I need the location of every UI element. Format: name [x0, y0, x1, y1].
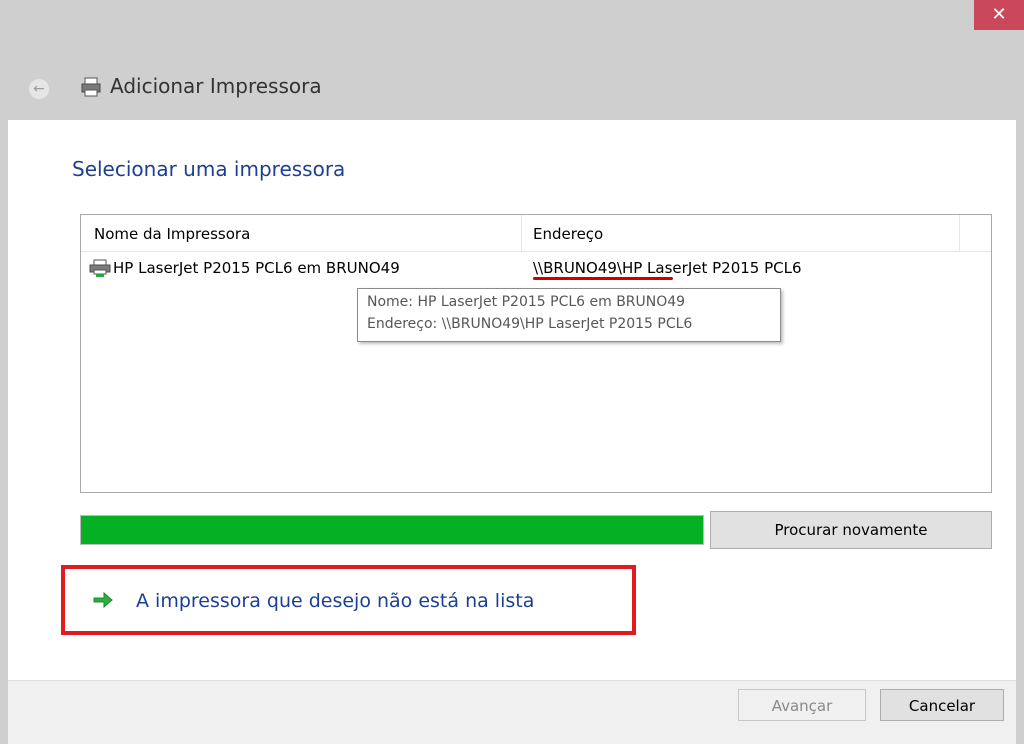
button-footer [0, 680, 1024, 744]
printer-icon [81, 77, 101, 97]
add-printer-window: ✕ ← Adicionar Impressora Selecionar uma … [0, 0, 1024, 744]
title-bar [0, 0, 1024, 120]
back-arrow-icon: ← [33, 81, 45, 97]
printer-name: HP LaserJet P2015 PCL6 em BRUNO49 [113, 259, 400, 277]
column-header-name[interactable]: Nome da Impressora [94, 225, 250, 243]
tooltip-name-line: Nome: HP LaserJet P2015 PCL6 em BRUNO49 [367, 294, 686, 310]
column-header-address[interactable]: Endereço [533, 225, 603, 243]
list-header: Nome da Impressora Endereço [81, 215, 991, 252]
printer-address: \\BRUNO49\HP LaserJet P2015 PCL6 [533, 259, 802, 277]
tooltip-address-line: Endereço: \\BRUNO49\HP LaserJet P2015 PC… [367, 316, 693, 332]
printer-not-listed-link[interactable]: A impressora que desejo não está na list… [136, 590, 534, 612]
network-printer-icon [89, 259, 111, 277]
column-separator[interactable] [521, 215, 522, 251]
window-title: Adicionar Impressora [110, 74, 322, 98]
next-button[interactable]: Avançar [738, 689, 866, 721]
search-again-button[interactable]: Procurar novamente [710, 511, 992, 549]
annotation-underline [533, 277, 673, 280]
page-heading: Selecionar uma impressora [72, 157, 346, 181]
close-button[interactable]: ✕ [974, 0, 1024, 30]
printer-row[interactable]: HP LaserJet P2015 PCL6 em BRUNO49 \\BRUN… [89, 255, 984, 281]
close-icon: ✕ [991, 4, 1007, 25]
cancel-button[interactable]: Cancelar [880, 689, 1004, 721]
progress-fill [81, 516, 703, 544]
printer-tooltip: Nome: HP LaserJet P2015 PCL6 em BRUNO49 … [357, 288, 781, 342]
window-right-border [1016, 120, 1024, 744]
column-separator[interactable] [959, 215, 960, 251]
green-arrow-icon [93, 591, 113, 609]
printer-list[interactable]: Nome da Impressora Endereço HP LaserJet … [80, 214, 992, 493]
window-left-border [0, 120, 8, 744]
back-button[interactable]: ← [29, 79, 49, 99]
search-progress-bar [80, 515, 704, 545]
